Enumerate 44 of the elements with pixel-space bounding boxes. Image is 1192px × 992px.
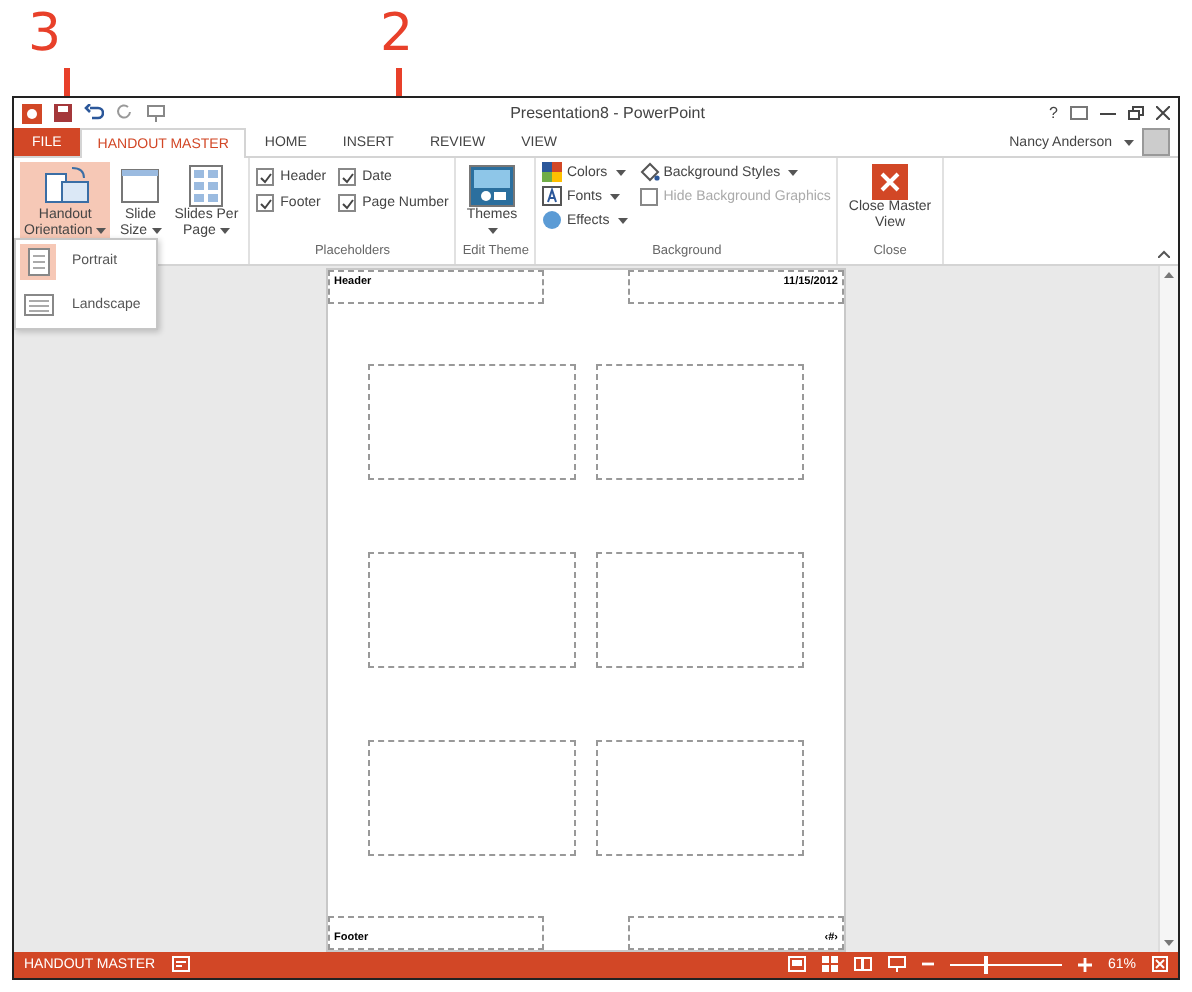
window-title: Presentation8 - PowerPoint	[508, 104, 707, 123]
zoom-out-icon[interactable]	[921, 962, 934, 967]
slides-grid-icon	[188, 164, 225, 209]
app-logo-icon[interactable]	[22, 103, 42, 124]
caret-icon	[219, 228, 230, 235]
close-icon	[872, 164, 908, 201]
caret-icon	[1124, 139, 1134, 146]
orientation-icon	[39, 164, 92, 209]
scroll-up-icon[interactable]	[1164, 271, 1174, 278]
callout-number: 2	[380, 8, 414, 60]
caret-icon	[609, 193, 620, 200]
caret-icon	[151, 228, 162, 235]
slide-size-icon	[118, 164, 163, 209]
effects-icon	[542, 210, 563, 231]
caret-icon	[788, 169, 799, 176]
grid-view-icon[interactable]	[821, 956, 838, 973]
normal-view-icon[interactable]	[787, 956, 806, 973]
ribbon-display-icon[interactable]	[1070, 106, 1088, 121]
slider-thumb[interactable]	[983, 955, 988, 974]
notes-icon[interactable]	[171, 956, 190, 973]
help-button[interactable]: ?	[1049, 104, 1058, 123]
color-swatch-icon	[542, 162, 563, 183]
fit-window-icon[interactable]	[1152, 956, 1168, 973]
reading-view-icon[interactable]	[853, 956, 872, 973]
undo-icon[interactable]	[84, 104, 104, 123]
portrait-page-icon	[27, 247, 49, 276]
redo-icon[interactable]	[116, 104, 134, 123]
landscape-page-icon	[23, 294, 53, 317]
presenter-icon[interactable]	[146, 104, 166, 123]
caret-icon	[615, 169, 626, 176]
callout-number: 3	[28, 8, 62, 60]
zoom-in-icon[interactable]	[1077, 957, 1092, 972]
font-icon	[542, 186, 563, 207]
close-icon[interactable]	[1156, 106, 1170, 121]
restore-icon[interactable]	[1128, 106, 1144, 121]
themes-icon	[467, 164, 516, 209]
save-icon[interactable]	[54, 104, 72, 123]
paint-bucket-icon	[639, 162, 660, 183]
caret-icon	[488, 228, 499, 235]
scroll-down-icon[interactable]	[1164, 939, 1174, 946]
slideshow-icon[interactable]	[887, 956, 906, 973]
scrollbar[interactable]	[1158, 265, 1178, 952]
caret-icon	[617, 217, 628, 224]
collapse-ribbon-icon[interactable]	[1158, 249, 1170, 258]
